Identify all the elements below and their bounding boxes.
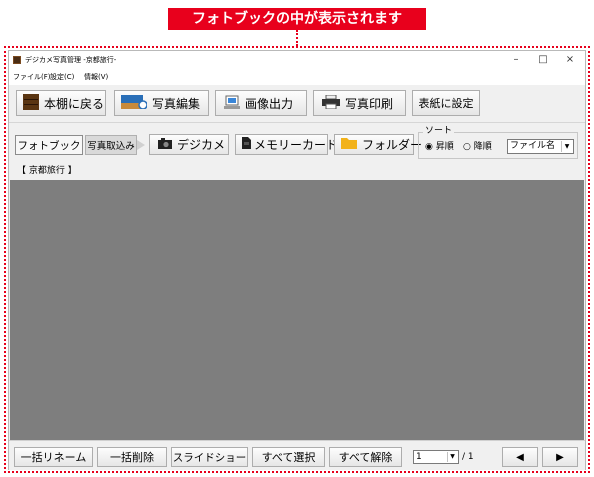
next-page-icon: ▶ (556, 451, 564, 463)
sort-legend: ソート (423, 126, 455, 137)
previous-page-icon: ◀ (516, 451, 524, 463)
tab-arrow-icon (137, 140, 145, 150)
slideshow-button[interactable]: スライドショー (171, 447, 248, 467)
folder-icon (341, 137, 357, 152)
printer-icon (322, 94, 340, 112)
bulk-rename-button[interactable]: 一括リネーム (14, 447, 93, 467)
minimize-button[interactable]: – (503, 52, 529, 68)
sort-field-select[interactable]: ファイル名 ▼ (507, 139, 574, 154)
page-number-select[interactable]: 1 ▼ (413, 450, 459, 464)
tab-photobook-label: フォトブック (17, 139, 81, 152)
bookshelf-icon (23, 93, 39, 113)
image-export-button[interactable]: 画像出力 (215, 90, 307, 116)
digital-camera-button[interactable]: デジカメ (149, 134, 229, 155)
digital-camera-label: デジカメ (177, 138, 226, 152)
page-total: / 1 (462, 452, 474, 462)
source-toolbar: フォトブック 写真取込み デジカメ メモリーカード フォルダー ソート ◉ 昇順… (9, 123, 585, 165)
menu-file[interactable]: ファイル(F) (13, 72, 51, 82)
select-all-label: すべて選択 (261, 451, 316, 464)
edit-photo-label: 写真編集 (152, 96, 201, 111)
print-photo-label: 写真印刷 (345, 96, 394, 111)
image-export-label: 画像出力 (245, 96, 294, 111)
sort-ascending-label: 昇順 (435, 142, 454, 152)
photo-edit-icon (121, 94, 148, 112)
dropdown-arrow-icon: ▼ (561, 141, 572, 152)
sort-ascending-radio[interactable]: ◉ 昇順 (425, 142, 454, 153)
tab-photo-import[interactable]: 写真取込み (85, 135, 137, 155)
deselect-all-label: すべて解除 (338, 451, 393, 464)
set-cover-button[interactable]: 表紙に設定 (412, 90, 480, 116)
previous-page-button[interactable]: ◀ (502, 447, 538, 467)
window-title: デジカメ写真管理 -京都旅行- (25, 56, 117, 64)
app-window: デジカメ写真管理 -京都旅行- – □ × ファイル(F) 設定(C) 情報(V… (8, 50, 586, 470)
title-bar: デジカメ写真管理 -京都旅行- – □ × (9, 51, 585, 69)
close-button[interactable]: × (557, 52, 583, 68)
bulk-rename-label: 一括リネーム (20, 451, 87, 464)
deselect-all-button[interactable]: すべて解除 (329, 447, 402, 467)
photobook-content-area[interactable] (10, 180, 584, 440)
back-to-bookshelf-button[interactable]: 本棚に戻る (16, 90, 106, 116)
bottom-toolbar: 一括リネーム 一括削除 スライドショー すべて選択 すべて解除 1 ▼ / 1 … (9, 440, 585, 470)
image-export-icon (224, 95, 240, 112)
sort-field-value: ファイル名 (510, 141, 556, 151)
print-photo-button[interactable]: 写真印刷 (313, 90, 406, 116)
callout-leader-line (296, 30, 298, 46)
maximize-button[interactable]: □ (530, 52, 556, 68)
bulk-delete-label: 一括削除 (110, 451, 154, 464)
tab-photo-import-label: 写真取込み (87, 141, 135, 152)
memory-card-icon (242, 137, 251, 152)
radio-unselected-icon: ○ (463, 142, 471, 152)
page-number-value: 1 (416, 452, 422, 462)
folder-button[interactable]: フォルダー (334, 134, 422, 155)
folder-label: フォルダー (362, 138, 423, 152)
menu-bar: ファイル(F) 設定(C) 情報(V) (9, 69, 585, 85)
menu-info[interactable]: 情報(V) (84, 72, 108, 82)
memory-card-button[interactable]: メモリーカード (235, 134, 338, 155)
dropdown-arrow-icon: ▼ (447, 452, 457, 462)
slideshow-label: スライドショー (172, 451, 247, 464)
select-all-button[interactable]: すべて選択 (252, 447, 325, 467)
camera-icon (158, 137, 172, 152)
main-toolbar: 本棚に戻る 写真編集 画像出力 写真印刷 表紙に設定 (9, 85, 585, 123)
callout-banner: フォトブックの中が表示されます (168, 8, 426, 30)
edit-photo-button[interactable]: 写真編集 (114, 90, 209, 116)
bulk-delete-button[interactable]: 一括削除 (97, 447, 167, 467)
back-to-bookshelf-label: 本棚に戻る (44, 96, 105, 111)
memory-card-label: メモリーカード (254, 138, 339, 152)
tab-photobook[interactable]: フォトブック (15, 135, 83, 155)
sort-descending-label: 降順 (473, 142, 492, 152)
bookshelf-app-icon (13, 56, 21, 64)
radio-selected-icon: ◉ (425, 142, 433, 152)
album-name-label: 【 京都旅行 】 (17, 166, 77, 176)
sort-descending-radio[interactable]: ○ 降順 (463, 142, 492, 153)
sort-group: ソート ◉ 昇順 ○ 降順 ファイル名 ▼ (418, 126, 578, 159)
next-page-button[interactable]: ▶ (542, 447, 578, 467)
menu-settings[interactable]: 設定(C) (50, 72, 74, 82)
set-cover-label: 表紙に設定 (418, 97, 474, 110)
